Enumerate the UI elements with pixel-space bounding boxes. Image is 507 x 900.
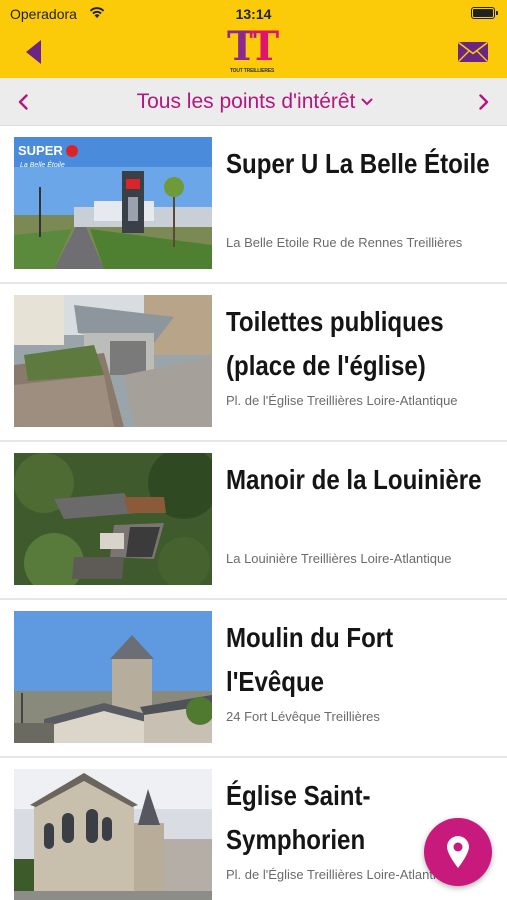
windmill-tower-photo xyxy=(14,611,212,743)
logo-mark: TT xyxy=(227,23,279,70)
church-photo xyxy=(14,769,212,900)
chevron-right-icon xyxy=(479,94,489,110)
poi-address: 24 Fort Lévêque Treillières xyxy=(226,709,380,724)
category-dropdown[interactable]: Tous les points d'intérêt xyxy=(120,88,390,116)
poi-address: La Louinière Treillières Loire-Atlantiqu… xyxy=(226,551,452,566)
category-filter-bar: Tous les points d'intérêt xyxy=(0,78,507,126)
poi-list-item[interactable]: Église Saint-Symphorien Pl. de l'Église … xyxy=(0,758,507,900)
map-pin-icon xyxy=(447,836,469,868)
poi-title: Toilettes publiques (place de l'église) xyxy=(226,306,444,381)
previous-category-button[interactable] xyxy=(12,90,34,114)
back-arrow-icon xyxy=(26,40,41,64)
poi-list-item[interactable]: Moulin du Fort l'Evêque 24 Fort Lévêque … xyxy=(0,600,507,758)
map-view-button[interactable] xyxy=(424,818,492,886)
poi-list-item[interactable]: Toilettes publiques (place de l'église) … xyxy=(0,284,507,442)
logo-caption: TOUT TREILLIÈRES xyxy=(229,68,275,74)
thumb-sign-subtext: La Belle Étoile xyxy=(20,160,65,169)
public-toilets-photo xyxy=(14,295,212,427)
poi-list-item[interactable]: Manoir de la Louinière La Louinière Trei… xyxy=(0,442,507,600)
battery-icon xyxy=(471,7,498,19)
next-category-button[interactable] xyxy=(473,90,495,114)
poi-title: Moulin du Fort l'Evêque xyxy=(226,622,394,697)
back-button[interactable] xyxy=(18,37,48,67)
poi-title: Manoir de la Louinière xyxy=(226,464,482,495)
app-logo: TT TOUT TREILLIÈRES xyxy=(227,23,279,78)
supermarket-photo: SUPER La Belle Étoile xyxy=(14,137,212,269)
manor-aerial-photo xyxy=(14,453,212,585)
poi-address: La Belle Etoile Rue de Rennes Treillière… xyxy=(226,235,463,250)
chevron-left-icon xyxy=(18,94,28,110)
category-dropdown-label: Tous les points d'intérêt xyxy=(136,90,356,113)
poi-address: Pl. de l'Église Treillières Loire-Atlant… xyxy=(226,393,458,408)
app-header: Operadora 13:14 TT TOUT TREILLIÈRES xyxy=(0,0,507,78)
poi-list: SUPER La Belle Étoile Super U La Belle É… xyxy=(0,126,507,900)
poi-title: Super U La Belle Étoile xyxy=(226,148,490,179)
chevron-down-icon xyxy=(361,98,373,106)
mail-button[interactable] xyxy=(457,41,489,63)
thumb-sign-text: SUPER xyxy=(18,143,63,158)
poi-list-item[interactable]: SUPER La Belle Étoile Super U La Belle É… xyxy=(0,126,507,284)
envelope-icon xyxy=(458,41,488,62)
status-time: 13:14 xyxy=(235,6,272,22)
